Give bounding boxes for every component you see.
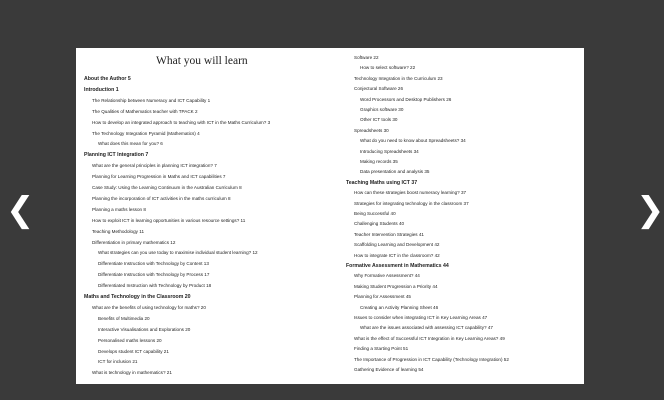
toc-entry: Interactive Visualisations and Explorati… bbox=[98, 326, 191, 332]
toc-entry: The Relationship between Numeracy and IC… bbox=[92, 97, 211, 103]
book-page: What you will learn About the Author 5 In… bbox=[76, 48, 584, 384]
toc-entry: Spreadsheets 30 bbox=[354, 127, 389, 133]
toc-entry: Finding a Starting Point 51 bbox=[354, 346, 409, 352]
chevron-left-icon: ❮ bbox=[6, 190, 35, 230]
toc-entry: What is technology in mathematics? 21 bbox=[92, 370, 172, 376]
toc-entry: Strategies for integrating technology in… bbox=[354, 200, 469, 206]
toc-entry: Case Study: Using the Learning Continuum… bbox=[92, 185, 242, 190]
toc-entry: How to select software? 22 bbox=[360, 65, 416, 71]
toc-entry: Planning the incorporation of ICT activi… bbox=[92, 195, 231, 201]
toc-entry: Graphics software 30 bbox=[360, 107, 404, 112]
toc-section-heading: Teaching Maths using ICT 37 bbox=[346, 179, 418, 186]
toc-entry: Introducing Spreadsheets 34 bbox=[360, 148, 419, 154]
toc-entry: Being Successful 40 bbox=[354, 211, 396, 216]
toc-entry: What are the issues associated with asse… bbox=[360, 325, 493, 331]
toc-entry: Other ICT tools 30 bbox=[360, 117, 398, 123]
toc-entry: How to develop an integrated approach to… bbox=[92, 119, 271, 125]
toc-entry: Software 22 bbox=[354, 55, 379, 60]
toc-entry: Teaching Methodology 11 bbox=[92, 228, 145, 234]
next-page-button[interactable]: ❯ bbox=[636, 190, 664, 230]
toc-entry: Differentiated Instruction with Technolo… bbox=[98, 283, 212, 289]
toc-section-heading: Maths and Technology in the Classroom 20 bbox=[84, 294, 191, 300]
previous-page-button[interactable]: ❮ bbox=[6, 190, 35, 230]
toc-entry: Differentiate Instruction with Technolog… bbox=[98, 272, 210, 278]
toc-entry: Benefits of Multimedia 20 bbox=[98, 315, 150, 321]
toc-entry: Technology Integration in the Curriculum… bbox=[354, 75, 443, 81]
toc-entry: Planning a maths lesson 8 bbox=[92, 206, 146, 212]
toc-entry: The Qualities of Mathematics teacher wit… bbox=[92, 108, 198, 114]
toc-entry: How to exploit ICT in learning opportuni… bbox=[92, 217, 246, 223]
toc-section-heading: About the Author 5 bbox=[84, 76, 131, 82]
toc-entry: Teacher Intervention Strategies 41 bbox=[354, 231, 424, 237]
toc-entry: Gathering Evidence of learning 54 bbox=[354, 367, 424, 372]
toc-entry: Planning for Learning Progression in Mat… bbox=[92, 174, 226, 180]
page-title: What you will learn bbox=[156, 55, 248, 67]
toc-entry: What does this mean for you? 6 bbox=[98, 141, 163, 147]
toc-section-heading: Introduction 1 bbox=[84, 86, 119, 93]
toc-entry: The Importance of Progression in ICT Cap… bbox=[354, 356, 509, 362]
toc-entry: What strategies can you use today to max… bbox=[98, 250, 258, 256]
toc-entry: What is the effect of Successful ICT Int… bbox=[354, 335, 505, 341]
toc-entry: Planning for Assessment 45 bbox=[354, 294, 411, 300]
toc-entry: ICT for inclusion 21 bbox=[98, 359, 138, 365]
toc-entry: Making Student Progression a Priority 44 bbox=[354, 283, 438, 289]
chevron-right-icon: ❯ bbox=[636, 190, 664, 230]
toc-entry: Issues to consider when integrating ICT … bbox=[354, 315, 488, 320]
toc-section-heading: Planning ICT Integration 7 bbox=[84, 152, 149, 159]
toc-entry: What are the benefits of using technolog… bbox=[92, 304, 206, 310]
toc-entry: Data presentation and analysis 35 bbox=[360, 169, 430, 175]
toc-entry: Differentiate Instruction with Technolog… bbox=[98, 261, 209, 267]
toc-entry: Creating an Activity Planning Sheet 46 bbox=[360, 304, 439, 310]
toc-entry: Making records 35 bbox=[360, 159, 398, 164]
toc-entry: Why Formative Assessment? 44 bbox=[354, 273, 420, 279]
toc-entry: Develops student ICT capability 21 bbox=[98, 348, 169, 354]
toc-entry: Scaffolding Learning and Development 42 bbox=[354, 242, 440, 248]
toc-entry: Personalised maths lessons 20 bbox=[98, 337, 162, 343]
toc-section-heading: Formative Assessment in Mathematics 44 bbox=[346, 263, 449, 269]
toc-entry: How can these strategies boost numeracy … bbox=[354, 190, 467, 196]
toc-entry: How to integrate ICT in the classroom? 4… bbox=[354, 252, 440, 258]
toc-entry: Word Processors and Desktop Publishers 2… bbox=[360, 96, 452, 102]
viewer-toolbar bbox=[500, 388, 664, 400]
toc-entry: Challenging Students 40 bbox=[354, 221, 405, 227]
toc-entry: Conjectural Software 26 bbox=[354, 86, 404, 92]
toc-entry: Differentiation in primary mathematics 1… bbox=[92, 239, 176, 245]
toc-entry: What are the general principles in plann… bbox=[92, 163, 217, 169]
toc-entry: What do you need to know about Spreadshe… bbox=[360, 138, 466, 144]
toc-entry: The Technology Integration Pyramid (Math… bbox=[92, 130, 200, 136]
